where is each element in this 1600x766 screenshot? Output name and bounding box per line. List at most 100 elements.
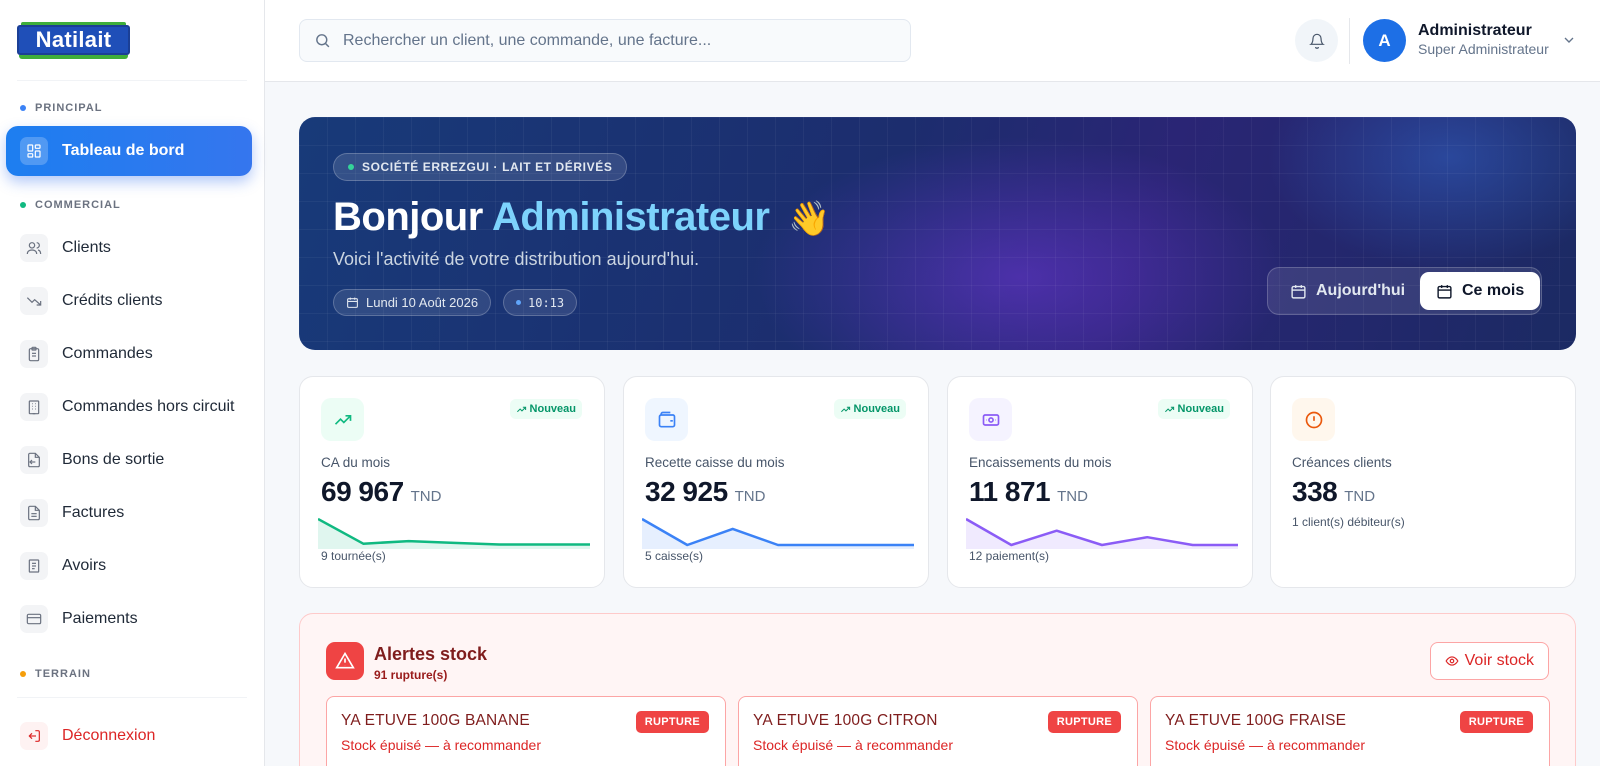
calendar-icon [1291, 284, 1306, 299]
sidebar-item-bons-de-sortie[interactable]: Bons de sortie [6, 435, 252, 485]
avatar[interactable]: A [1363, 19, 1406, 62]
view-stock-button[interactable]: Voir stock [1429, 642, 1549, 680]
kpi-unit: TND [1057, 488, 1088, 505]
kpi-card-recette-caisse[interactable]: Nouveau Recette caisse du mois 32 925 TN… [623, 376, 929, 588]
sidebar-item-label: Commandes [62, 345, 153, 362]
company-badge: SOCIÉTÉ ERREZGUI · LAIT ET DÉRIVÉS [333, 153, 628, 181]
notifications-button[interactable] [1295, 19, 1338, 62]
sidebar-item-label: Clients [62, 239, 111, 256]
kpi-amount: 32 925 [645, 476, 728, 507]
welcome-banner: SOCIÉTÉ ERREZGUI · LAIT ET DÉRIVÉS Bonjo… [299, 117, 1576, 350]
user-name[interactable]: Administrateur [1418, 22, 1532, 40]
product-name: YA ETUVE 100G BANANE [341, 712, 530, 729]
period-month-button[interactable]: Ce mois [1420, 272, 1541, 310]
search-box[interactable] [299, 19, 911, 62]
dot-icon [516, 300, 521, 305]
alert-circle-icon [1292, 398, 1335, 441]
new-badge: Nouveau [1157, 399, 1230, 419]
period-month-label: Ce mois [1462, 282, 1525, 299]
sidebar-item-label: Paiements [62, 610, 138, 627]
sidebar-item-label: Commandes hors circuit [62, 398, 235, 415]
sparkline-chart [642, 517, 914, 549]
kpi-value: 11 871 TND [969, 476, 1088, 508]
sidebar-item-commandes-hors-circuit[interactable]: Commandes hors circuit [6, 382, 252, 432]
logout-button[interactable]: Déconnexion [6, 711, 252, 761]
file-export-icon [20, 446, 48, 474]
greeting-name: Administrateur [491, 195, 770, 239]
section-label: PRINCIPAL [35, 102, 103, 114]
kpi-unit: TND [734, 488, 766, 505]
file-text-icon [20, 499, 48, 527]
status-badge: RUPTURE [1047, 711, 1121, 733]
section-terrain: TERRAIN [20, 668, 91, 680]
clipboard-icon [20, 340, 48, 368]
sidebar-item-commandes[interactable]: Commandes [6, 329, 252, 379]
logo-bottom-stripe [19, 55, 128, 59]
status-badge: RUPTURE [1459, 711, 1533, 733]
sidebar-item-credits-clients[interactable]: Crédits clients [6, 276, 252, 326]
product-name: YA ETUVE 100G CITRON [753, 712, 938, 729]
kpi-label: Encaissements du mois [969, 455, 1112, 470]
sidebar-item-label: Tableau de bord [62, 142, 185, 159]
trending-up-icon [321, 398, 364, 441]
view-stock-label: Voir stock [1464, 652, 1534, 669]
sidebar-item-paiements[interactable]: Paiements [6, 594, 252, 644]
sidebar-item-clients[interactable]: Clients [6, 223, 252, 273]
receipt-icon [20, 552, 48, 580]
stock-alert-card[interactable]: YA ETUVE 100G BANANE RUPTURE Stock épuis… [326, 696, 726, 766]
section-commercial: COMMERCIAL [20, 199, 121, 211]
topbar: A Administrateur Super Administrateur [265, 0, 1600, 82]
period-today-button[interactable]: Aujourd'hui [1274, 272, 1421, 310]
sidebar-item-factures[interactable]: Factures [6, 488, 252, 538]
logout-label: Déconnexion [62, 727, 156, 744]
section-label: TERRAIN [35, 668, 91, 680]
kpi-card-creances[interactable]: Créances clients 338 TND 1 client(s) déb… [1270, 376, 1576, 588]
sparkline-chart [966, 517, 1238, 549]
dot-icon [20, 105, 26, 111]
stock-alert-card[interactable]: YA ETUVE 100G FRAISE RUPTURE Stock épuis… [1150, 696, 1550, 766]
sidebar-item-label: Crédits clients [62, 292, 163, 309]
kpi-value: 32 925 TND [645, 476, 765, 508]
dot-icon [20, 671, 26, 677]
divider [17, 697, 247, 698]
alerts-title: Alertes stock [374, 644, 488, 664]
divider [1349, 18, 1350, 64]
sparkline-line [642, 517, 914, 547]
stock-alerts-panel: Alertes stock 91 rupture(s) Voir stock Y… [299, 613, 1576, 766]
kpi-footer: 9 tournée(s) [321, 549, 386, 563]
sparkline-chart [318, 517, 590, 549]
wallet-icon [645, 398, 688, 441]
kpi-card-ca[interactable]: Nouveau CA du mois 69 967 TND 9 tournée(… [299, 376, 605, 588]
logout-icon [20, 722, 48, 750]
kpi-value: 338 TND [1292, 476, 1375, 508]
section-label: COMMERCIAL [35, 199, 121, 211]
kpi-unit: TND [410, 488, 442, 505]
company-badge-label: SOCIÉTÉ ERREZGUI · LAIT ET DÉRIVÉS [362, 160, 613, 174]
dashboard-icon [20, 137, 48, 165]
status-badge: RUPTURE [635, 711, 709, 733]
sidebar-item-tableau-de-bord[interactable]: Tableau de bord [6, 126, 252, 176]
greeting-title: Bonjour Administrateur 👋 [333, 195, 830, 240]
calendar-icon [347, 297, 358, 308]
kpi-amount: 69 967 [321, 476, 404, 507]
period-toggle: Aujourd'hui Ce mois [1267, 267, 1542, 315]
date-chip: Lundi 10 Août 2026 [333, 289, 492, 316]
natilait-logo[interactable]: Natilait [17, 22, 130, 59]
sidebar-item-avoirs[interactable]: Avoirs [6, 541, 252, 591]
stock-alert-card[interactable]: YA ETUVE 100G CITRON RUPTURE Stock épuis… [738, 696, 1138, 766]
sidebar-item-label: Bons de sortie [62, 451, 165, 468]
new-badge: Nouveau [509, 399, 582, 419]
period-today-label: Aujourd'hui [1316, 282, 1406, 299]
badge-label: Nouveau [853, 403, 900, 415]
kpi-card-encaissements[interactable]: Nouveau Encaissements du mois 11 871 TND… [947, 376, 1253, 588]
date-label: Lundi 10 Août 2026 [366, 295, 479, 310]
trending-up-icon [840, 406, 850, 412]
divider [17, 80, 247, 81]
stock-description: Stock épuisé — à recommander [753, 737, 953, 753]
sidebar-item-label: Avoirs [62, 557, 107, 574]
time-chip: 10:13 [503, 289, 578, 316]
kpi-label: CA du mois [321, 455, 391, 470]
stock-description: Stock épuisé — à recommander [341, 737, 541, 753]
search-input[interactable] [343, 31, 883, 50]
chevron-down-icon[interactable] [1561, 32, 1577, 48]
